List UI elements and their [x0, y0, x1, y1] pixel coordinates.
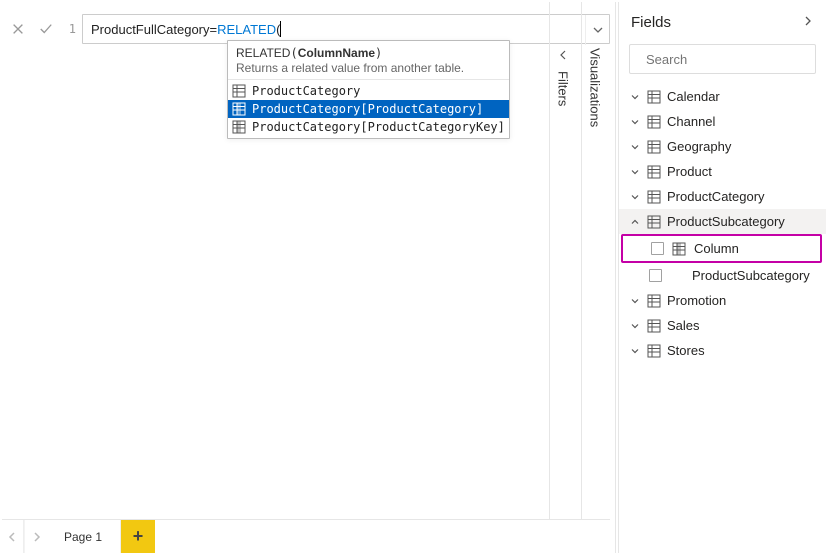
table-icon: [647, 90, 661, 104]
intellisense-item[interactable]: ProductCategory[ProductCategory]: [228, 100, 509, 118]
table-row[interactable]: Channel: [619, 109, 826, 134]
table-name: Stores: [667, 343, 705, 358]
column-row[interactable]: Column: [623, 236, 820, 261]
table-name: ProductSubcategory: [667, 214, 785, 229]
formula-function-token: RELATED: [217, 22, 276, 37]
table-row[interactable]: Product: [619, 159, 826, 184]
filters-pane-toggle[interactable]: Filters: [548, 48, 578, 106]
table-icon: [647, 294, 661, 308]
intellisense-item-label: ProductCategory[ProductCategoryKey]: [252, 120, 505, 134]
page-tab-bar: Page 1 +: [2, 519, 610, 553]
table-row[interactable]: Stores: [619, 338, 826, 363]
chevron-down-icon: [629, 116, 641, 128]
column-name: Column: [694, 241, 739, 256]
table-name: Calendar: [667, 89, 720, 104]
intellisense-signature: RELATED(ColumnName): [236, 46, 501, 60]
column-icon: [232, 120, 246, 134]
table-row[interactable]: Sales: [619, 313, 826, 338]
calc-column-icon: [672, 242, 686, 256]
collapse-fields-button[interactable]: [802, 15, 814, 30]
chevron-down-icon: [629, 191, 641, 203]
checkbox[interactable]: [651, 242, 664, 255]
x-icon: [11, 22, 25, 36]
check-icon: [39, 22, 53, 36]
table-icon: [647, 319, 661, 333]
table-name: Channel: [667, 114, 715, 129]
chevron-down-icon: [629, 141, 641, 153]
table-icon: [647, 344, 661, 358]
add-page-button[interactable]: +: [121, 520, 155, 553]
prev-page-button[interactable]: [2, 520, 24, 553]
next-page-button[interactable]: [24, 520, 46, 553]
formula-equals-token: =: [210, 22, 218, 37]
checkbox[interactable]: [649, 269, 662, 282]
table-row[interactable]: Geography: [619, 134, 826, 159]
fields-pane-header: Fields: [619, 2, 826, 42]
fields-table-list: Calendar Channel Geography Product ProductCa…: [619, 82, 826, 553]
intellisense-item[interactable]: ProductCategory[ProductCategoryKey]: [228, 118, 509, 136]
table-icon: [647, 115, 661, 129]
table-icon: [647, 215, 661, 229]
table-name: Geography: [667, 139, 731, 154]
intellisense-header: RELATED(ColumnName) Returns a related va…: [228, 41, 509, 80]
chevron-right-icon: [31, 532, 41, 542]
divider: [615, 2, 616, 553]
intellisense-item-label: ProductCategory: [252, 84, 360, 98]
visualizations-label: Visualizations: [588, 48, 603, 127]
table-name: ProductCategory: [667, 189, 765, 204]
column-name: ProductSubcategory: [692, 268, 810, 283]
cancel-formula-button[interactable]: [4, 15, 32, 43]
text-caret: [280, 21, 281, 37]
chevron-down-icon: [629, 91, 641, 103]
table-name: Promotion: [667, 293, 726, 308]
table-name: Sales: [667, 318, 700, 333]
formula-line-number: 1: [60, 22, 76, 36]
chevron-down-icon: [629, 320, 641, 332]
page-tab[interactable]: Page 1: [46, 520, 121, 553]
expand-formula-button[interactable]: [585, 15, 609, 45]
visualizations-pane-toggle[interactable]: Visualizations: [580, 48, 610, 127]
table-row[interactable]: Promotion: [619, 288, 826, 313]
chevron-down-icon: [629, 295, 641, 307]
highlighted-column: Column: [621, 234, 822, 263]
intellisense-item[interactable]: ProductCategory: [228, 82, 509, 100]
table-row[interactable]: ProductCategory: [619, 184, 826, 209]
table-icon: [647, 140, 661, 154]
table-row[interactable]: Calendar: [619, 84, 826, 109]
column-icon: [232, 102, 246, 116]
chevron-down-icon: [629, 345, 641, 357]
fields-pane: Fields Calendar Channel Geography Product Pr…: [618, 2, 826, 553]
table-name: Product: [667, 164, 712, 179]
intellisense-popup: RELATED(ColumnName) Returns a related va…: [227, 40, 510, 139]
fields-search-box[interactable]: [629, 44, 816, 74]
column-row[interactable]: ProductSubcategory: [619, 263, 826, 288]
formula-column-token: ProductFullCategory: [91, 22, 210, 37]
chevron-right-icon: [802, 15, 814, 27]
expand-icon: [556, 48, 570, 65]
table-icon: [647, 190, 661, 204]
chevron-up-icon: [629, 216, 641, 228]
commit-formula-button[interactable]: [32, 15, 60, 43]
search-input[interactable]: [646, 52, 822, 67]
intellisense-description: Returns a related value from another tab…: [236, 61, 501, 75]
intellisense-list: ProductCategory ProductCategory[ProductCa…: [228, 80, 509, 138]
chevron-down-icon: [629, 166, 641, 178]
fields-pane-title: Fields: [631, 14, 671, 31]
table-row[interactable]: ProductSubcategory: [619, 209, 826, 234]
table-icon: [647, 165, 661, 179]
filters-label: Filters: [556, 71, 571, 106]
intellisense-item-label: ProductCategory[ProductCategory]: [252, 102, 483, 116]
chevron-down-icon: [592, 24, 604, 36]
chevron-left-icon: [8, 532, 18, 542]
table-icon: [232, 84, 246, 98]
